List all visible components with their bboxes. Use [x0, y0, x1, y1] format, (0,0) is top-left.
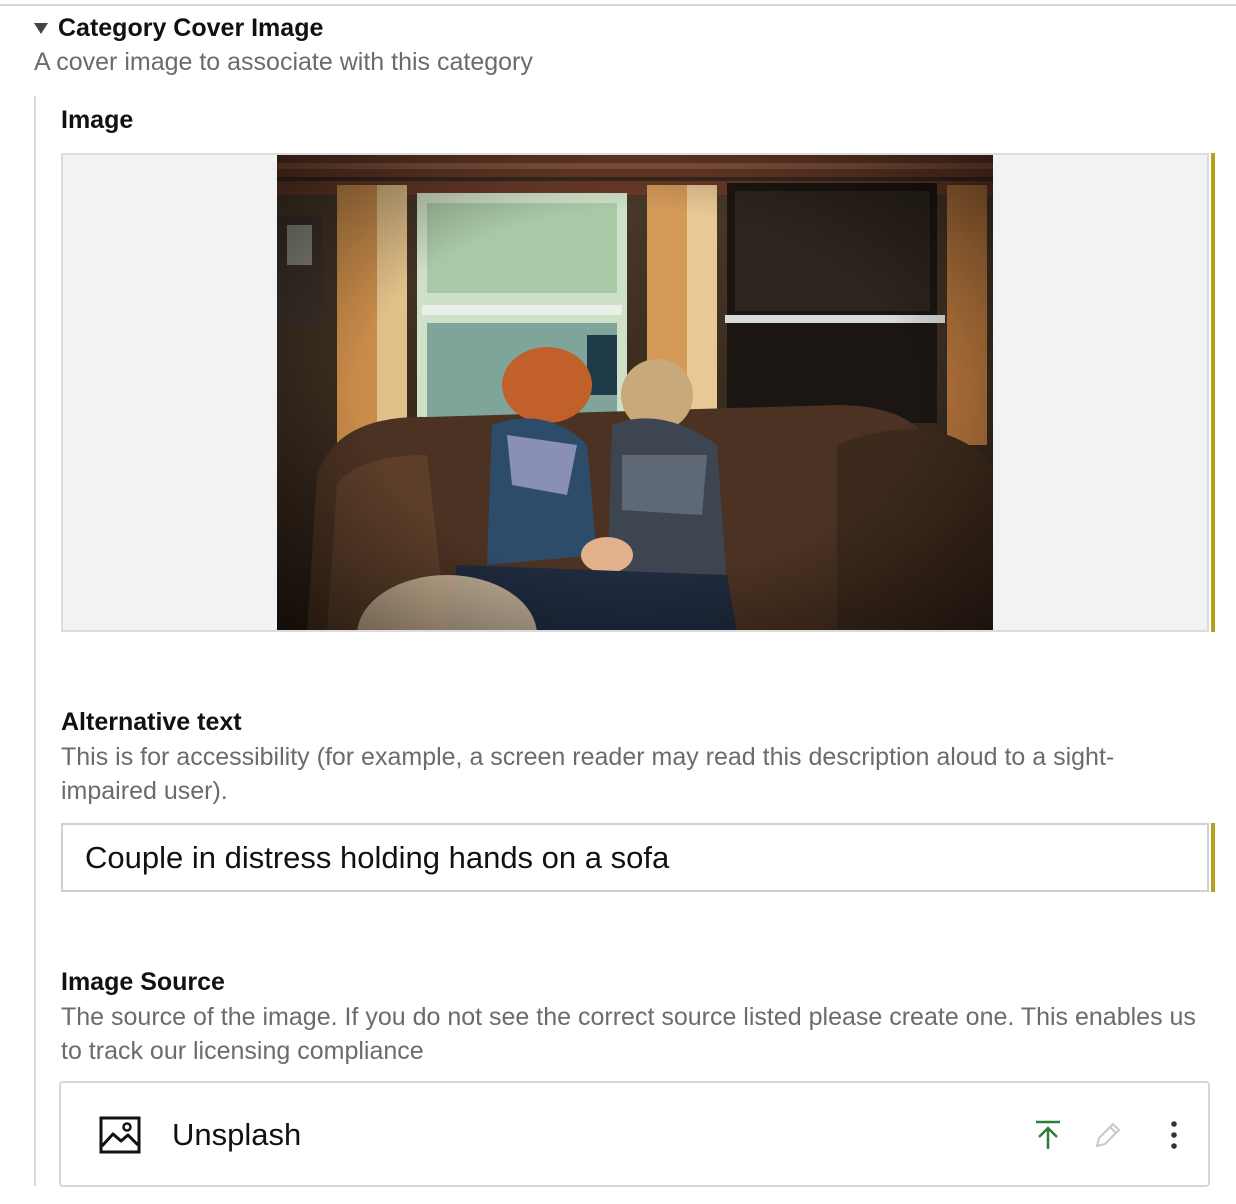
pencil-icon[interactable]	[1092, 1119, 1122, 1151]
alt-text-input[interactable]	[61, 823, 1209, 892]
image-source-name: Unsplash	[172, 1117, 302, 1152]
upload-icon[interactable]	[1033, 1119, 1063, 1151]
section-description: A cover image to associate with this cat…	[34, 48, 533, 76]
caret-down-icon	[34, 23, 48, 34]
section-left-rule	[34, 96, 36, 1186]
image-preview[interactable]	[61, 153, 1209, 632]
image-icon	[99, 1116, 141, 1154]
alt-text-label: Alternative text	[61, 708, 242, 736]
alt-text-description: This is for accessibility (for example, …	[61, 743, 1115, 805]
image-accent-bar	[1211, 153, 1215, 632]
top-divider	[0, 4, 1236, 6]
more-vertical-icon[interactable]	[1159, 1119, 1189, 1151]
cover-photo	[277, 155, 993, 630]
image-field-label: Image	[61, 106, 134, 134]
section-title: Category Cover Image	[58, 14, 324, 42]
section-toggle[interactable]: Category Cover Image	[34, 14, 323, 43]
image-source-card[interactable]: Unsplash	[59, 1081, 1210, 1187]
image-source-description: The source of the image. If you do not s…	[61, 1003, 1196, 1065]
alt-text-accent-bar	[1211, 823, 1215, 892]
image-source-label: Image Source	[61, 968, 225, 996]
